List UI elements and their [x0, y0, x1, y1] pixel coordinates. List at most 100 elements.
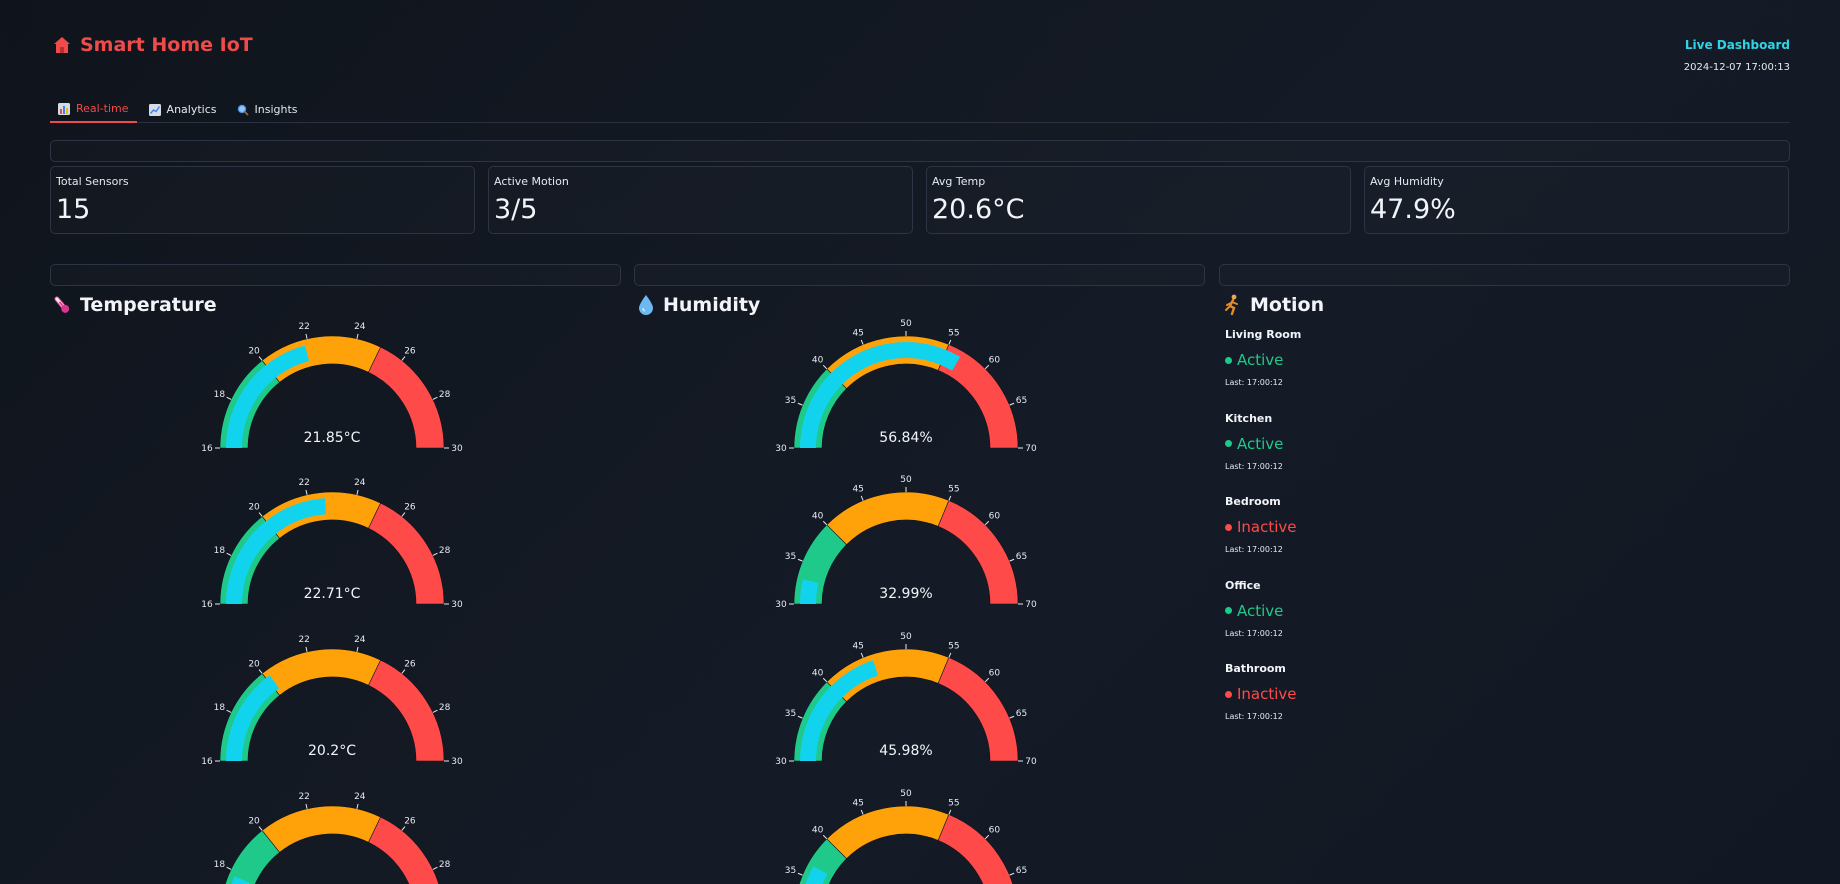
gauge-tick-label: 60	[989, 826, 1001, 836]
gauge-svg: 16 18 20 22 24 26 28 30 22.71°C	[201, 478, 463, 610]
gauge-tick-label: 22	[298, 478, 309, 488]
gauge-tick-label: 50	[900, 475, 912, 485]
gauge-tick	[258, 826, 263, 831]
gauge-band	[368, 659, 445, 762]
status-dot-icon	[1225, 607, 1232, 614]
gauge-tick-label: 30	[451, 444, 463, 454]
metric-label: Active Motion	[494, 175, 569, 188]
gauge-tick	[305, 333, 308, 339]
temperature-gauge: 16 18 20 22 24 26 28 30 20.2°C	[201, 635, 470, 771]
gauge-tick	[948, 339, 952, 345]
gauge-tick	[401, 512, 406, 517]
temperature-panel-bar	[50, 264, 621, 286]
gauge-value-label: 22.71°C	[304, 586, 361, 602]
gauge-tick-label: 40	[812, 512, 824, 522]
gauge-tick	[797, 402, 803, 406]
gauge-tick-label: 60	[989, 669, 1001, 679]
metric-card-avg-humidity: Avg Humidity 47.9%	[1364, 166, 1789, 234]
gauge-tick	[226, 552, 232, 556]
tab-insights[interactable]: Insights	[229, 96, 306, 123]
motion-panel-bar	[1219, 264, 1790, 286]
gauge-svg: 16 18 20 22 24 26 28 30 21.85°C	[201, 322, 463, 454]
last-seen: Last: 17:00:12	[1225, 378, 1283, 387]
gauge-tick-label: 16	[201, 444, 213, 454]
gauge-value-label: 20.2°C	[308, 743, 356, 759]
gauge-tick	[432, 396, 438, 400]
gauge-tick	[305, 646, 308, 652]
metric-value: 20.6°C	[932, 194, 1025, 225]
gauge-tick	[305, 489, 308, 495]
gauge-value-label: 56.84%	[879, 430, 932, 446]
tab-label: Insights	[254, 103, 298, 116]
gauge-tick-label: 35	[785, 866, 796, 876]
status-bar-placeholder	[50, 140, 1790, 162]
motion-title: Motion	[1250, 294, 1325, 316]
metric-label: Total Sensors	[56, 175, 129, 188]
gauge-band	[368, 502, 445, 605]
motion-item: Bathroom Inactive Last: 17:00:12	[1225, 662, 1785, 746]
live-dashboard-label: Live Dashboard	[1684, 38, 1790, 52]
last-seen: Last: 17:00:12	[1225, 628, 1283, 638]
gauge-tick	[984, 834, 990, 840]
humidity-heading: Humidity	[637, 294, 760, 316]
gauge-tick-label: 26	[404, 659, 416, 669]
gauge-tick	[860, 809, 864, 815]
gauge-tick-label: 26	[404, 346, 416, 356]
gauge-band	[826, 805, 950, 860]
motion-item: Bedroom Inactive Last: 17:00:12	[1225, 495, 1785, 579]
last-seen: Last: 17:00:12	[1225, 712, 1283, 721]
gauge-tick-label: 24	[354, 792, 366, 802]
gauge-tick	[822, 520, 828, 526]
last-seen: Last: 17:00:12	[1225, 461, 1283, 471]
gauge-tick-label: 20	[248, 659, 260, 669]
gauge-tick-label: 28	[439, 703, 451, 713]
gauge-tick	[432, 709, 438, 713]
gauge-tick	[822, 677, 828, 683]
gauge-tick	[356, 646, 359, 652]
gauge-tick-label: 35	[785, 396, 796, 406]
gauge-tick	[432, 866, 438, 870]
gauge-value-label: 45.98%	[879, 743, 932, 759]
gauge-tick	[1009, 872, 1015, 876]
motion-item: Office Active Last: 17:00:12	[1225, 579, 1785, 663]
gauge-tick-label: 22	[298, 635, 309, 645]
gauge-tick	[356, 333, 359, 339]
droplet-icon	[639, 295, 653, 315]
gauge-svg: 1618202224262830	[214, 792, 451, 884]
gauge-tick	[258, 356, 263, 361]
metric-card-total-sensors: Total Sensors 15	[50, 166, 475, 234]
gauge-tick-label: 45	[852, 485, 863, 495]
gauge-tick-label: 26	[404, 816, 416, 826]
status-dot-icon	[1225, 440, 1232, 447]
gauge-tick-label: 70	[1025, 757, 1037, 767]
gauge-tick	[822, 364, 828, 370]
gauge-tick-label: 22	[298, 322, 309, 332]
gauge-tick-label: 30	[775, 600, 787, 610]
gauge-tick	[258, 512, 263, 517]
status-dot-icon	[1225, 356, 1232, 364]
status-text: Inactive	[1237, 685, 1297, 703]
gauge-tick-label: 55	[948, 485, 959, 495]
temperature-title: Temperature	[80, 294, 217, 316]
gauge-tick-label: 24	[354, 478, 366, 488]
tab-analytics[interactable]: Analytics	[141, 96, 225, 123]
gauge-band	[826, 491, 950, 546]
motion-item: Kitchen Active Last: 17:00:12	[1225, 412, 1785, 496]
gauge-tick-label: 28	[439, 390, 451, 400]
gauge-tick	[797, 558, 803, 562]
gauge-tick-label: 65	[1016, 709, 1027, 719]
gauge-tick-label: 26	[404, 502, 416, 512]
gauge-tick-label: 50	[900, 319, 912, 329]
gauge-tick	[305, 803, 308, 809]
gauge-tick-label: 16	[201, 600, 213, 610]
gauge-tick	[226, 866, 232, 870]
gauge-tick-label: 60	[989, 356, 1001, 366]
gauge-tick-label: 22	[298, 792, 309, 802]
gauge-tick-label: 24	[354, 635, 366, 645]
status-badge: Inactive	[1225, 518, 1785, 536]
gauge-tick-label: 70	[1025, 444, 1037, 454]
tab-real-time[interactable]: Real-time	[50, 96, 137, 123]
gauge-tick-label: 30	[451, 600, 463, 610]
gauge-tick-label: 28	[439, 860, 451, 870]
gauge-tick	[356, 489, 359, 495]
